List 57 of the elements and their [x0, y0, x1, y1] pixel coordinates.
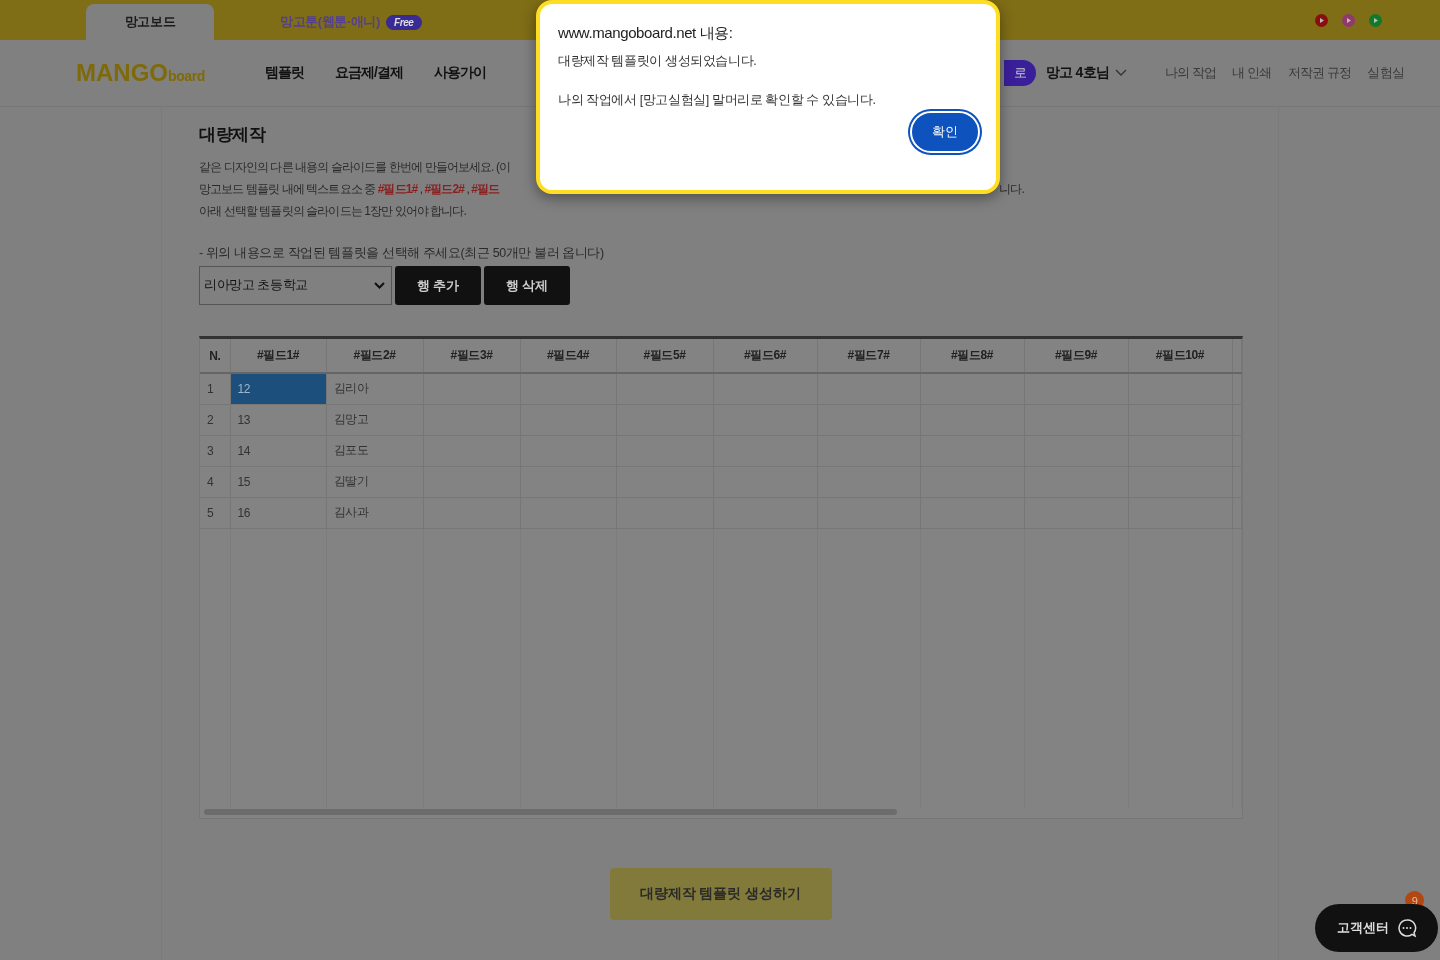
column-header[interactable]: N.	[200, 339, 230, 373]
dialog-title: www.mangoboard.net 내용:	[558, 24, 734, 43]
description-text: 같은 디자인의 다른 내용의 슬라이드를 한번에 만들어보세요. (이	[199, 159, 511, 176]
dialog-message: 나의 작업에서 [망고실험실] 말머리로 확인할 수 있습니다.	[558, 92, 877, 109]
column-header[interactable]: #필드10#	[1128, 339, 1232, 373]
nav-menu-item[interactable]: 요금제/결제	[334, 64, 404, 82]
column-header[interactable]: #필드2#	[326, 339, 423, 373]
table-cell[interactable]: 15	[230, 466, 326, 497]
chat-icon	[1396, 918, 1417, 938]
table-cell[interactable]: 2	[200, 404, 230, 435]
description-text: 니다.	[999, 181, 1024, 198]
column-header[interactable]: #필드7#	[817, 339, 920, 373]
free-badge: Free	[386, 14, 422, 30]
select-prompt: - 위의 내용으로 작업된 템플릿을 선택해 주세요(최근 50개만 불러 옵니다)	[199, 245, 605, 262]
nav-link[interactable]: 내 인쇄	[1232, 64, 1272, 82]
help-button[interactable]: 고객센터	[1315, 904, 1438, 952]
table-cell[interactable]: 13	[230, 404, 326, 435]
nav-menu-item[interactable]: 템플릿	[264, 64, 305, 82]
description-text: 망고보드 템플릿 내에 텍스트요소 중 #필드1# , #필드2# , #필드	[199, 181, 500, 198]
table-cell[interactable]: 16	[230, 497, 326, 528]
table-cell[interactable]: 12	[230, 373, 326, 404]
ok-button[interactable]: 확인	[910, 111, 980, 153]
table-cell[interactable]: 김포도	[326, 435, 423, 466]
table-cell[interactable]: 3	[200, 435, 230, 466]
template-select[interactable]: 리아망고 초등학교	[199, 266, 392, 305]
nav-button[interactable]: 로	[1003, 60, 1037, 86]
generate-button[interactable]: 대량제작 템플릿 생성하기	[609, 868, 832, 920]
table-cell[interactable]: 김리아	[326, 373, 423, 404]
column-header[interactable]: #필드9#	[1024, 339, 1128, 373]
column-header[interactable]: #필드3#	[423, 339, 520, 373]
nav-link[interactable]: 실험실	[1367, 64, 1404, 82]
column-header[interactable]: #필드6#	[713, 339, 817, 373]
dialog-message: 대량제작 템플릿이 생성되었습니다.	[558, 53, 758, 70]
top-tab[interactable]: 망고보드	[86, 4, 214, 40]
table-cell[interactable]: 김사과	[326, 497, 423, 528]
row-button[interactable]: 행 삭제	[484, 266, 570, 305]
column-header[interactable]: #필드4#	[520, 339, 616, 373]
table-cell[interactable]: 14	[230, 435, 326, 466]
nav-link[interactable]: 나의 작업	[1164, 64, 1217, 82]
play-icon[interactable]	[1369, 13, 1382, 27]
chevron-down-icon	[374, 282, 385, 289]
table-cell[interactable]: 김망고	[326, 404, 423, 435]
table-cell[interactable]: 1	[200, 373, 230, 404]
user-menu[interactable]: 망고 4호님	[1046, 64, 1127, 82]
description-text: 아래 선택할 템플릿의 슬라이드는 1장만 있어야 합니다.	[199, 203, 466, 220]
column-header[interactable]: #필드5#	[616, 339, 713, 373]
table-cell[interactable]: 5	[200, 497, 230, 528]
row-button[interactable]: 행 추가	[395, 266, 481, 305]
play-icon[interactable]	[1315, 13, 1328, 27]
column-header[interactable]: #필드8#	[920, 339, 1024, 373]
top-tab[interactable]: 망고툰(웹툰·애니) Free	[214, 4, 422, 40]
chevron-down-icon	[1114, 69, 1127, 77]
nav-menu-item[interactable]: 사용가이	[433, 64, 487, 82]
page-title: 대량제작	[199, 124, 266, 146]
table-cell[interactable]: 4	[200, 466, 230, 497]
table-cell[interactable]: 김딸기	[326, 466, 423, 497]
nav-link[interactable]: 저작권 규정	[1287, 64, 1352, 82]
